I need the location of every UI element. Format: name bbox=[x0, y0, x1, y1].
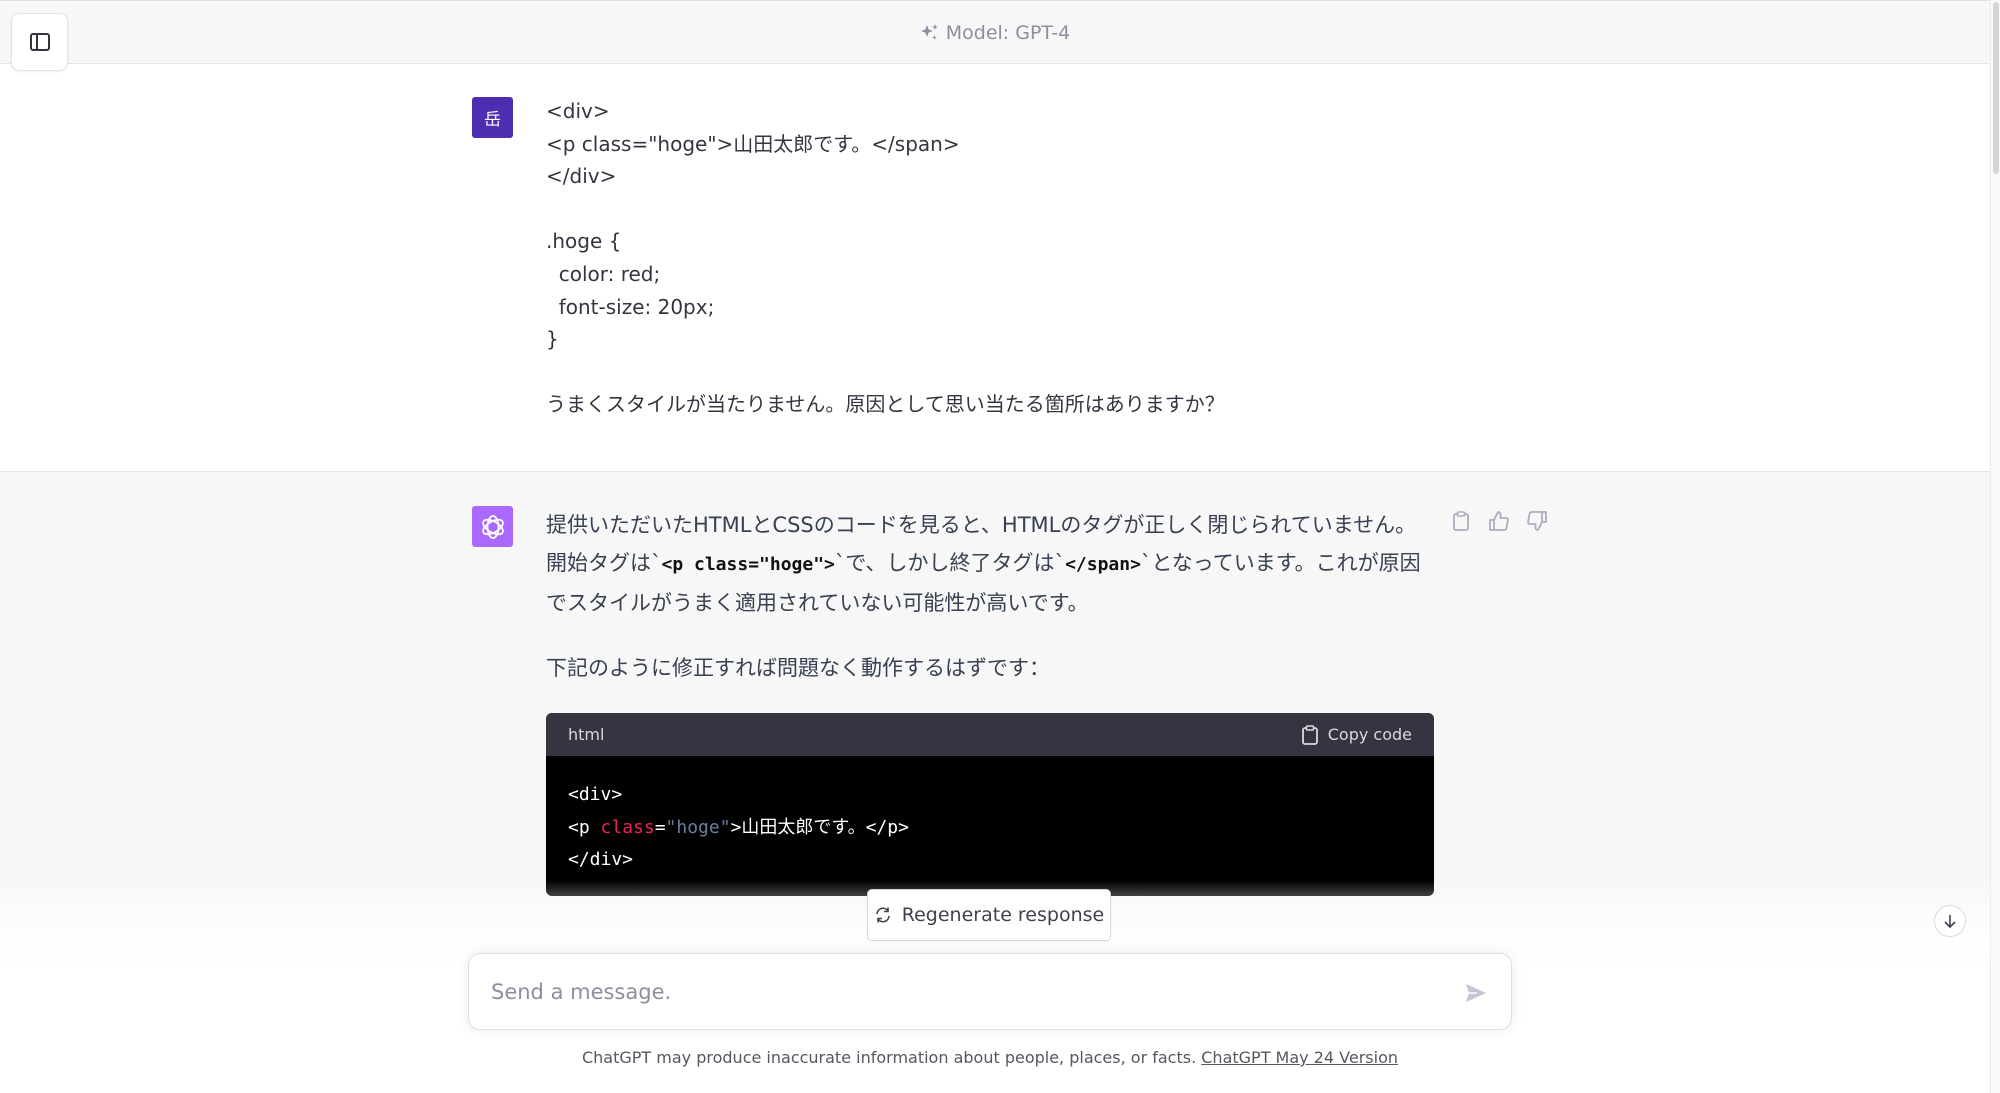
copy-code-label: Copy code bbox=[1327, 725, 1412, 744]
version-link[interactable]: ChatGPT May 24 Version bbox=[1201, 1048, 1398, 1067]
model-name: Model: GPT-4 bbox=[945, 22, 1071, 44]
text-span: `で、しかし終了タグは` bbox=[834, 551, 1066, 575]
user-avatar: 岳 bbox=[472, 97, 513, 138]
user-line: color: red; bbox=[546, 261, 661, 286]
model-label: Model: GPT-4 bbox=[0, 1, 1990, 65]
message-composer bbox=[468, 953, 1512, 1030]
code-token: = bbox=[654, 816, 666, 838]
code-token: >山田太郎です。</p> bbox=[730, 816, 909, 838]
inline-code: <p class="hoge"> bbox=[661, 554, 835, 575]
disclaimer-text: ChatGPT may produce inaccurate informati… bbox=[581, 1048, 1202, 1067]
code-token-attr: class bbox=[600, 816, 655, 838]
thumbs-down-icon bbox=[1527, 511, 1547, 531]
user-line: } bbox=[546, 327, 559, 352]
copy-code-button[interactable]: Copy code bbox=[1301, 724, 1412, 745]
inline-code: </span> bbox=[1065, 554, 1141, 575]
code-language: html bbox=[568, 725, 605, 744]
send-icon bbox=[1466, 984, 1486, 1002]
message-input[interactable] bbox=[489, 970, 1409, 1014]
code-block-header: html Copy code bbox=[546, 713, 1434, 756]
user-line: .hoge { bbox=[546, 229, 622, 254]
scroll-to-bottom-button[interactable] bbox=[1934, 905, 1966, 937]
sparkle-icon bbox=[920, 24, 938, 40]
code-token: <p bbox=[568, 816, 601, 838]
send-button[interactable] bbox=[1459, 976, 1493, 1010]
regenerate-response-button[interactable]: Regenerate response bbox=[867, 889, 1111, 941]
assistant-paragraph: 下記のように修正すれば問題なく動作するはずです： bbox=[546, 656, 1050, 680]
sidebar-icon bbox=[29, 33, 50, 51]
regenerate-label: Regenerate response bbox=[901, 904, 1105, 926]
code-line: <div> bbox=[568, 784, 623, 805]
user-line: font-size: 20px; bbox=[546, 294, 715, 319]
thumbs-up-icon bbox=[1489, 511, 1509, 531]
scrollbar-thumb[interactable] bbox=[1993, 2, 1999, 174]
sidebar-toggle-button[interactable] bbox=[11, 13, 68, 71]
code-line: </div> bbox=[568, 849, 634, 870]
code-block: html Copy code <div> <p class="hoge">山田太郎… bbox=[546, 713, 1434, 896]
thumbs-up-button[interactable] bbox=[1488, 510, 1510, 532]
scrollbar[interactable] bbox=[1990, 0, 2000, 1093]
user-message-text: <div> <p class="hoge">山田太郎です。</span> </div… bbox=[546, 95, 1446, 421]
user-message: 岳 <div> <p class="hoge">山田太郎です。</span> </d… bbox=[0, 64, 1990, 472]
refresh-icon bbox=[875, 907, 890, 923]
user-line: うまくスタイルが当たりません。原因として思い当たる箇所はありますか？ bbox=[546, 392, 1225, 417]
code-token-string: "hoge" bbox=[665, 816, 731, 838]
code-line: <p class="hoge">山田太郎です。</p> bbox=[568, 812, 1412, 845]
chatgpt-avatar bbox=[472, 506, 513, 547]
arrow-down-icon bbox=[1944, 915, 1956, 929]
code-block-body: <div> <p class="hoge">山田太郎です。</p> </div> bbox=[546, 756, 1434, 896]
user-line: <div> bbox=[546, 99, 610, 123]
clipboard-icon bbox=[1453, 511, 1469, 531]
disclaimer: ChatGPT may produce inaccurate informati… bbox=[0, 1048, 1980, 1067]
openai-logo-icon bbox=[481, 514, 504, 539]
assistant-paragraph: 提供いただいたHTMLとCSSのコードを見ると、HTMLのタグが正しく閉じられて… bbox=[546, 506, 1436, 622]
assistant-message-body: 提供いただいたHTMLとCSSのコードを見ると、HTMLのタグが正しく閉じられて… bbox=[546, 506, 1436, 687]
thumbs-down-button[interactable] bbox=[1526, 510, 1548, 532]
user-line: <p class="hoge">山田太郎です。</span> bbox=[546, 131, 960, 156]
user-line: </div> bbox=[546, 164, 617, 189]
clipboard-icon bbox=[1301, 724, 1318, 745]
message-actions bbox=[1450, 510, 1548, 532]
user-line bbox=[546, 193, 1446, 226]
user-line bbox=[546, 356, 1446, 389]
top-bar: Model: GPT-4 bbox=[0, 0, 1990, 64]
copy-message-button[interactable] bbox=[1450, 510, 1472, 532]
